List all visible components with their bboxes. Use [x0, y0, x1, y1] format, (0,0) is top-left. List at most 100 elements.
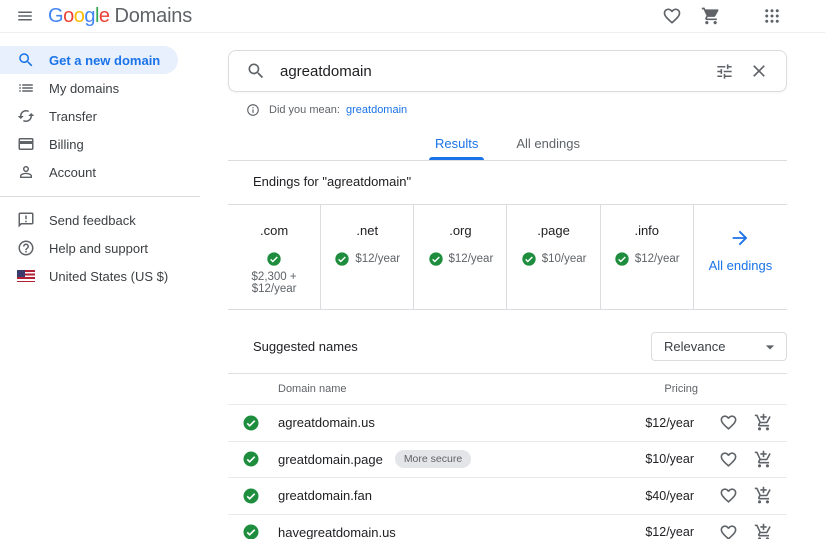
did-you-mean-prefix: Did you mean: — [269, 104, 340, 116]
domain-name: agreatdomain.us — [278, 415, 375, 431]
available-check-icon — [521, 251, 537, 267]
ending-price: $12/year — [448, 253, 494, 265]
all-endings-label: All endings — [708, 258, 773, 273]
apps-grid-button[interactable] — [761, 5, 783, 27]
sidebar-item-billing[interactable]: Billing — [0, 130, 178, 158]
feedback-icon — [17, 211, 35, 229]
chevron-down-icon — [760, 337, 780, 357]
domain-price: $40/year — [645, 488, 694, 503]
transfer-icon — [17, 107, 35, 125]
domain-price: $12/year — [645, 415, 694, 430]
ending-card-page[interactable]: .page $10/year — [507, 205, 601, 309]
add-to-cart-button[interactable] — [753, 449, 773, 469]
us-flag-icon — [17, 267, 35, 285]
google-domains-logo[interactable]: Google Domains — [48, 5, 192, 28]
column-header-domain-name: Domain name — [278, 383, 347, 395]
cart-icon — [701, 6, 721, 26]
apps-grid-icon — [763, 7, 781, 25]
filter-button[interactable] — [713, 60, 735, 82]
heart-icon — [719, 413, 738, 432]
arrow-right-icon — [729, 227, 751, 249]
sidebar-item-label: My domains — [49, 80, 120, 96]
heart-icon — [719, 523, 738, 539]
favorite-button[interactable] — [718, 522, 738, 539]
ending-card-info[interactable]: .info $12/year — [601, 205, 694, 309]
add-cart-icon — [754, 523, 773, 539]
available-check-icon — [334, 251, 350, 267]
available-check-icon — [614, 251, 630, 267]
results-tabs: Results All endings — [228, 128, 787, 161]
clear-search-button[interactable] — [748, 60, 770, 82]
cart-button[interactable] — [700, 5, 722, 27]
did-you-mean-link[interactable]: greatdomain — [346, 104, 407, 116]
favorites-button[interactable] — [661, 5, 683, 27]
domain-price: $12/year — [645, 525, 694, 539]
did-you-mean-text: Did you mean: greatdomain — [269, 104, 407, 116]
sidebar-item-account[interactable]: Account — [0, 158, 178, 186]
tune-icon — [715, 62, 734, 81]
table-row[interactable]: havegreatdomain.us $12/year — [228, 515, 787, 539]
ending-card-net[interactable]: .net $12/year — [321, 205, 415, 309]
tab-all-endings[interactable]: All endings — [510, 128, 586, 160]
available-check-icon — [428, 251, 444, 267]
sidebar-item-label: Transfer — [49, 108, 97, 124]
add-cart-icon — [754, 486, 773, 505]
help-icon — [17, 239, 35, 257]
heart-icon — [662, 6, 682, 26]
domain-name: havegreatdomain.us — [278, 524, 396, 539]
product-name: Domains — [114, 4, 193, 27]
table-row[interactable]: greatdomain.fan $40/year — [228, 478, 787, 515]
tld-label: .page — [537, 223, 570, 238]
heart-icon — [719, 450, 738, 469]
search-input[interactable] — [280, 62, 700, 80]
sidebar-item-help-and-support[interactable]: Help and support — [0, 234, 178, 262]
ending-price: $12/year — [355, 253, 401, 265]
all-endings-link[interactable]: All endings — [694, 205, 787, 309]
available-check-icon — [266, 251, 282, 267]
heart-icon — [719, 486, 738, 505]
table-row[interactable]: agreatdomain.us $12/year — [228, 405, 787, 442]
favorite-button[interactable] — [718, 413, 738, 433]
table-row[interactable]: greatdomain.page More secure $10/year — [228, 442, 787, 478]
sidebar-item-get-a-new-domain[interactable]: Get a new domain — [0, 46, 178, 74]
tld-label: .info — [634, 223, 660, 238]
add-to-cart-button[interactable] — [753, 413, 773, 433]
sidebar-item-label: Help and support — [49, 240, 149, 256]
person-icon — [17, 163, 35, 181]
top-bar: Google Domains — [0, 0, 825, 33]
table-header: Domain name Pricing — [228, 374, 787, 405]
tab-results[interactable]: Results — [429, 128, 485, 160]
sort-dropdown[interactable]: Relevance — [651, 332, 787, 361]
main-content: Did you mean: greatdomain Results All en… — [200, 33, 825, 539]
sidebar-item-region-currency[interactable]: United States (US $) — [0, 262, 178, 290]
menu-button[interactable] — [8, 0, 42, 33]
sidebar-item-transfer[interactable]: Transfer — [0, 102, 178, 130]
search-icon — [245, 60, 267, 82]
sidebar-divider — [0, 196, 200, 197]
suggested-names-table: Domain name Pricing agreatdomain.us $12/… — [228, 373, 787, 539]
domain-name: greatdomain.page — [278, 451, 383, 467]
favorite-button[interactable] — [718, 486, 738, 506]
sidebar-item-label: United States (US $) — [49, 268, 169, 284]
ending-card-org[interactable]: .org $12/year — [414, 205, 508, 309]
endings-grid: .com $2,300 + $12/year .net $12/year .or… — [228, 204, 787, 310]
sidebar-item-my-domains[interactable]: My domains — [0, 74, 178, 102]
sidebar-item-label: Send feedback — [49, 212, 136, 228]
close-icon — [749, 61, 769, 81]
hamburger-icon — [16, 7, 34, 25]
search-icon — [17, 51, 35, 69]
suggested-names-bar: Suggested names Relevance — [228, 332, 787, 361]
credit-card-icon — [17, 135, 35, 153]
available-check-icon — [242, 414, 260, 432]
sidebar-item-send-feedback[interactable]: Send feedback — [0, 206, 178, 234]
domain-price: $10/year — [645, 452, 694, 467]
add-cart-icon — [754, 450, 773, 469]
info-icon — [246, 103, 260, 117]
add-to-cart-button[interactable] — [753, 522, 773, 539]
suggested-names-heading: Suggested names — [253, 339, 358, 354]
favorite-button[interactable] — [718, 449, 738, 469]
more-secure-badge: More secure — [394, 450, 472, 469]
column-header-pricing: Pricing — [664, 383, 698, 395]
ending-card-com[interactable]: .com $2,300 + $12/year — [228, 205, 322, 309]
add-to-cart-button[interactable] — [753, 486, 773, 506]
